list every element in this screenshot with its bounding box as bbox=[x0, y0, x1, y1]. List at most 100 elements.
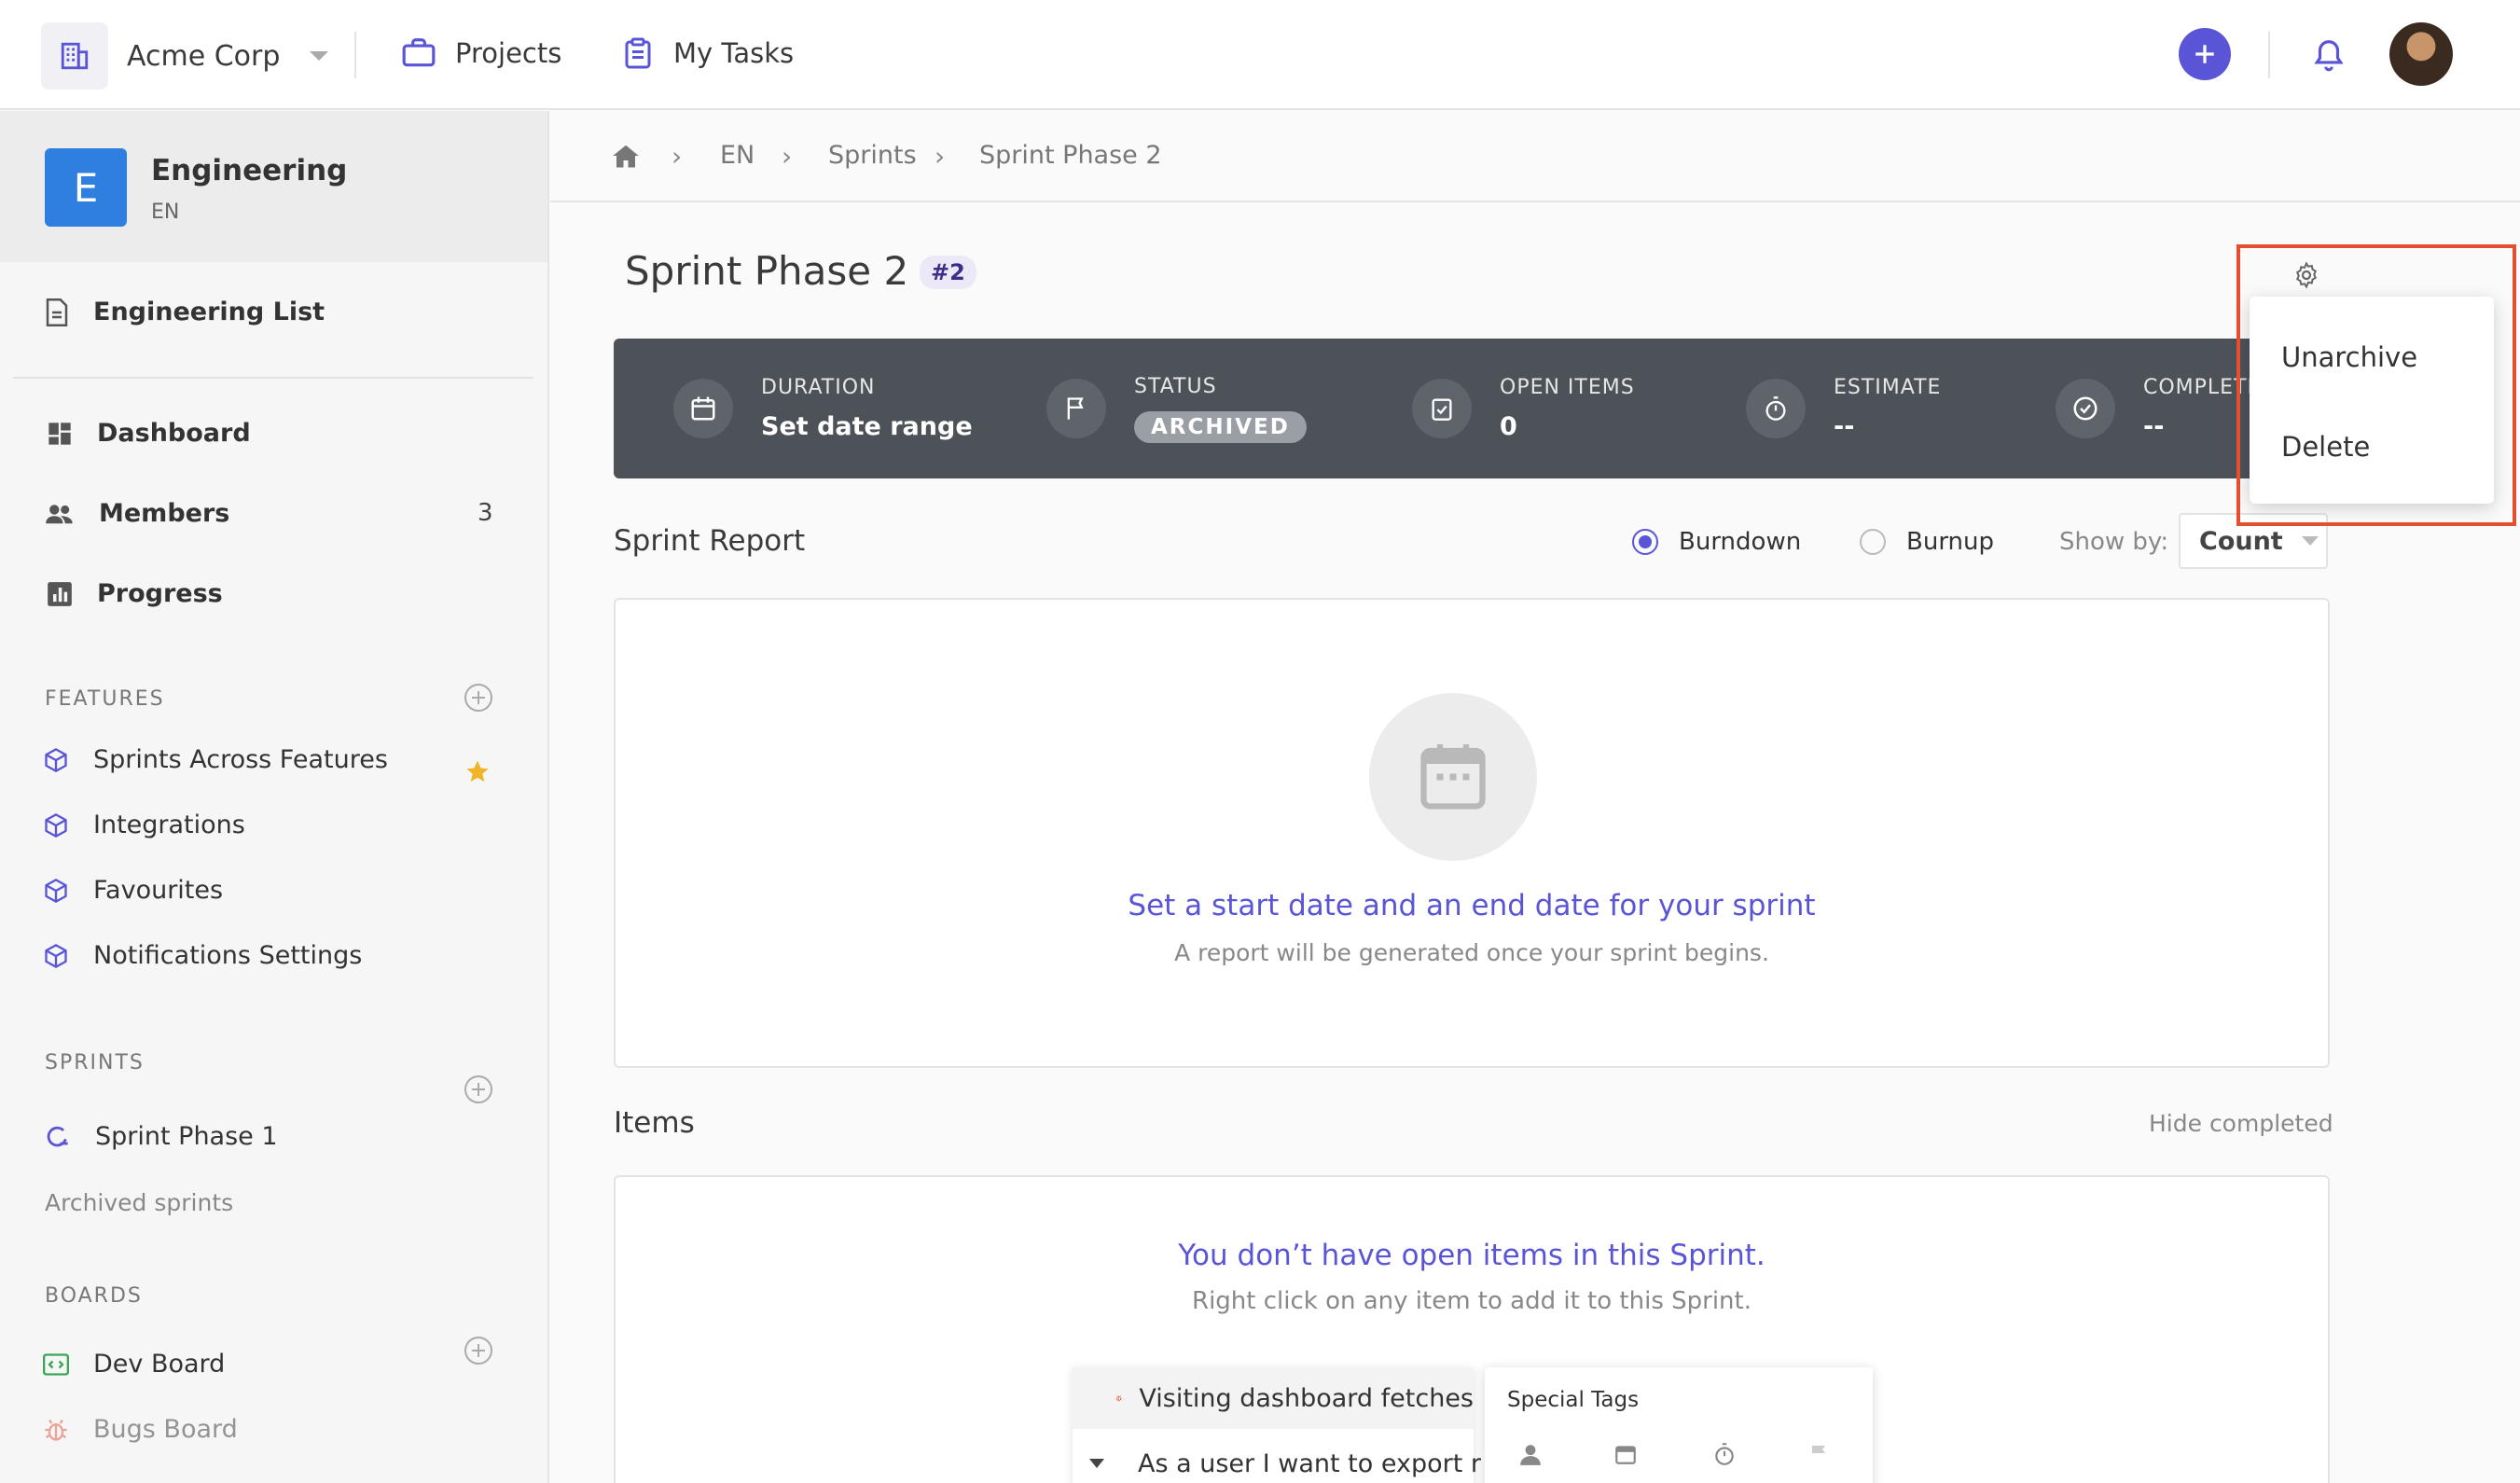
project-initial: E bbox=[73, 164, 99, 211]
sidebar-item-label: Progress bbox=[97, 579, 223, 608]
list-item-label: Visiting dashboard fetches bbox=[1139, 1383, 1474, 1413]
burnup-option[interactable]: Burnup bbox=[1860, 528, 1994, 556]
burnup-radio[interactable] bbox=[1860, 529, 1886, 555]
sidebar-item-engineering-list[interactable]: Engineering List bbox=[45, 298, 325, 326]
chevron-right-icon: › bbox=[672, 141, 683, 172]
people-icon bbox=[46, 504, 73, 523]
stat-complete: COMPLETE -- bbox=[2056, 339, 2261, 478]
sidebar-item-dev-board[interactable]: Dev Board bbox=[43, 1350, 225, 1379]
sidebar-item-label: Dev Board bbox=[93, 1350, 226, 1379]
dashboard-icon bbox=[48, 422, 71, 445]
sidebar: E Engineering EN Engineering List Dashbo… bbox=[0, 111, 549, 1483]
highlight-box bbox=[2236, 244, 2516, 526]
add-sprint-icon[interactable] bbox=[464, 1075, 492, 1103]
notifications-button[interactable] bbox=[2311, 35, 2347, 75]
sidebar-item-label: Integrations bbox=[93, 811, 245, 839]
cube-icon bbox=[45, 878, 67, 903]
sidebar-item-label: Engineering List bbox=[93, 298, 325, 326]
hide-completed-toggle[interactable]: Hide completed bbox=[2149, 1110, 2333, 1137]
sidebar-item-bugs-board[interactable]: Bugs Board bbox=[43, 1415, 238, 1444]
sidebar-item-integrations[interactable]: Integrations bbox=[43, 811, 245, 839]
boards-section-title: BOARDS bbox=[45, 1284, 143, 1308]
bell-icon bbox=[2314, 40, 2344, 72]
check-circle-icon bbox=[2056, 379, 2115, 438]
show-by-label: Show by: bbox=[2059, 528, 2169, 556]
nav-projects[interactable]: Projects bbox=[401, 35, 561, 71]
chevron-right-icon: › bbox=[782, 141, 793, 172]
burndown-radio[interactable] bbox=[1632, 529, 1658, 555]
sidebar-item-favourites[interactable]: Favourites bbox=[43, 876, 223, 905]
status-badge: ARCHIVED bbox=[1134, 410, 1307, 443]
project-name: Engineering bbox=[151, 154, 348, 187]
stat-label: DURATION bbox=[761, 376, 876, 399]
person-icon bbox=[1520, 1445, 1541, 1465]
project-header[interactable]: E Engineering EN bbox=[0, 111, 547, 262]
nav-projects-label: Projects bbox=[455, 37, 562, 69]
sidebar-item-label: Favourites bbox=[93, 876, 224, 905]
topbar-divider-2 bbox=[2268, 32, 2270, 78]
report-empty-title[interactable]: Set a start date and an end date for you… bbox=[616, 889, 2328, 922]
stat-estimate: ESTIMATE -- bbox=[1746, 339, 1941, 478]
cube-icon bbox=[45, 812, 67, 838]
sidebar-item-sprints-across-features[interactable]: Sprints Across Features bbox=[43, 745, 388, 774]
stat-value: -- bbox=[1834, 412, 1855, 441]
chevron-down-icon bbox=[2301, 536, 2319, 546]
breadcrumb-item-project[interactable]: EN bbox=[720, 141, 755, 170]
sidebar-item-notifications-settings[interactable]: Notifications Settings bbox=[43, 941, 362, 970]
items-card: You don’t have open items in this Sprint… bbox=[614, 1175, 2330, 1483]
caret-down-icon bbox=[1089, 1459, 1104, 1468]
burndown-option[interactable]: Burndown bbox=[1632, 528, 1801, 556]
sidebar-item-sprint-phase-1[interactable]: Sprint Phase 1 bbox=[43, 1122, 278, 1151]
stat-value: 0 bbox=[1500, 412, 1517, 441]
chevron-right-icon: › bbox=[935, 141, 946, 172]
sidebar-item-dashboard[interactable]: Dashboard bbox=[47, 419, 251, 448]
breadcrumb-bar: › EN › Sprints › Sprint Phase 2 bbox=[550, 111, 2520, 202]
topbar-divider bbox=[354, 32, 356, 78]
code-board-icon bbox=[43, 1352, 69, 1376]
page-title: Sprint Phase 2 bbox=[625, 248, 909, 294]
bug-icon bbox=[1115, 1395, 1122, 1402]
org-switcher[interactable]: Acme Corp bbox=[41, 22, 329, 90]
flag-icon bbox=[1812, 1446, 1825, 1463]
sidebar-item-label: Notifications Settings bbox=[93, 941, 363, 970]
sidebar-divider bbox=[13, 377, 533, 379]
project-key: EN bbox=[151, 201, 180, 224]
sidebar-item-label: Members bbox=[99, 499, 230, 528]
sidebar-item-label: Sprints Across Features bbox=[93, 745, 388, 774]
empty-calendar-icon bbox=[1369, 693, 1537, 861]
bar-chart-icon bbox=[48, 581, 72, 606]
add-board-icon[interactable] bbox=[464, 1337, 492, 1365]
report-card: Set a start date and an end date for you… bbox=[614, 598, 2330, 1068]
sidebar-item-progress[interactable]: Progress bbox=[47, 579, 223, 608]
flag-icon bbox=[1046, 379, 1106, 438]
star-icon[interactable] bbox=[464, 758, 491, 784]
breadcrumb-item-sprints[interactable]: Sprints bbox=[828, 141, 917, 170]
plus-icon bbox=[2195, 45, 2214, 63]
items-title: Items bbox=[614, 1106, 695, 1140]
clipboard-icon bbox=[625, 37, 651, 69]
stopwatch-icon bbox=[1715, 1443, 1734, 1465]
sidebar-item-label: Sprint Phase 1 bbox=[95, 1122, 278, 1151]
items-empty-title: You don’t have open items in this Sprint… bbox=[1178, 1239, 1765, 1272]
add-button[interactable] bbox=[2179, 28, 2231, 80]
burndown-label: Burndown bbox=[1679, 528, 1802, 556]
breadcrumb-item-current: Sprint Phase 2 bbox=[979, 141, 1162, 170]
calendar-icon bbox=[673, 379, 733, 438]
avatar[interactable] bbox=[2389, 22, 2453, 86]
report-title: Sprint Report bbox=[614, 524, 806, 558]
stat-status: STATUS ARCHIVED bbox=[1046, 339, 1307, 478]
stat-duration[interactable]: DURATION Set date range bbox=[673, 339, 973, 478]
cube-icon bbox=[45, 747, 67, 772]
project-avatar: E bbox=[45, 148, 127, 227]
home-icon[interactable] bbox=[612, 143, 640, 169]
features-section-title: FEATURES bbox=[45, 687, 165, 711]
sprint-number-badge: #2 bbox=[920, 256, 976, 289]
archived-sprints-link[interactable]: Archived sprints bbox=[45, 1189, 233, 1216]
report-empty-subtitle: A report will be generated once your spr… bbox=[1174, 939, 1769, 966]
nav-my-tasks[interactable]: My Tasks bbox=[621, 35, 794, 71]
nav-my-tasks-label: My Tasks bbox=[673, 37, 795, 69]
sidebar-item-members[interactable]: Members bbox=[45, 499, 229, 528]
stat-label: STATUS bbox=[1134, 374, 1217, 398]
top-bar: Acme Corp Projects My Tasks bbox=[0, 0, 2520, 110]
add-feature-icon[interactable] bbox=[464, 684, 492, 712]
